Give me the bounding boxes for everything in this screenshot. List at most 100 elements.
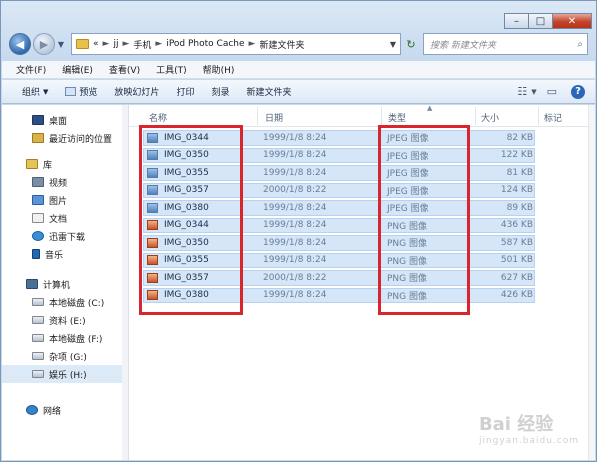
column-size[interactable]: 大小: [481, 111, 499, 124]
nav-item-drive-g[interactable]: 杂项 (G:): [2, 347, 128, 365]
nav-item-pictures[interactable]: 图片: [2, 191, 128, 209]
file-date: 1999/1/8 8:24: [263, 132, 327, 143]
menu-help[interactable]: 帮助(H): [203, 63, 235, 76]
address-overflow[interactable]: «: [93, 39, 99, 49]
breadcrumb-phone[interactable]: 手机: [133, 38, 151, 51]
navigation-row: ◀ ▶ ▼ « ► jj ► 手机 ► iPod Photo Cache ► 新…: [9, 31, 588, 57]
column-divider[interactable]: [538, 107, 539, 125]
organize-button[interactable]: 组织 ▼: [22, 85, 48, 99]
watermark-sub: jingyan.baidu.com: [478, 436, 579, 446]
nav-item-label: 计算机: [43, 280, 71, 291]
nav-item-label: 娱乐 (H:): [49, 370, 87, 381]
nav-item-drive-h[interactable]: 娱乐 (H:): [2, 365, 128, 383]
favorites-group: 桌面 最近访问的位置: [2, 111, 128, 147]
nav-item-label: 杂项 (G:): [49, 352, 87, 363]
preview-icon: [65, 87, 77, 96]
file-date: 1999/1/8 8:24: [263, 202, 327, 213]
new-folder-button[interactable]: 新建文件夹: [246, 85, 291, 98]
file-size: 501 KB: [500, 255, 533, 266]
nav-item-computer[interactable]: 计算机: [2, 275, 128, 293]
nav-item-libraries[interactable]: 库: [2, 155, 128, 173]
breadcrumb-separator[interactable]: ►: [155, 39, 162, 49]
nav-item-documents[interactable]: 文档: [2, 209, 128, 227]
nav-item-drive-e[interactable]: 资料 (E:): [2, 311, 128, 329]
maximize-button[interactable]: □: [528, 13, 552, 29]
file-size: 587 KB: [500, 237, 533, 248]
preview-button[interactable]: 预览: [65, 85, 97, 98]
minimize-button[interactable]: –: [504, 13, 528, 29]
breadcrumb-separator[interactable]: ►: [249, 39, 256, 49]
file-date: 1999/1/8 8:24: [263, 237, 327, 248]
column-headers: 名称 日期 类型 ▲ 大小 标记: [129, 104, 595, 127]
address-bar[interactable]: « ► jj ► 手机 ► iPod Photo Cache ► 新建文件夹 ▼: [71, 33, 401, 55]
nav-item-recent-places[interactable]: 最近访问的位置: [2, 129, 128, 147]
file-size: 82 KB: [506, 132, 533, 143]
file-list-scrollbar[interactable]: [588, 105, 595, 460]
documents-library-icon: [32, 213, 44, 223]
slideshow-button[interactable]: 放映幻灯片: [114, 85, 159, 98]
desktop-icon: [32, 115, 44, 125]
caption-buttons: – □ ✕: [504, 13, 592, 29]
chevron-down-icon[interactable]: ▼: [531, 88, 536, 96]
recent-places-icon: [32, 133, 44, 143]
drive-icon: [32, 298, 44, 306]
menu-tools[interactable]: 工具(T): [156, 63, 187, 76]
drive-icon: [32, 334, 44, 342]
nav-item-drive-f[interactable]: 本地磁盘 (F:): [2, 329, 128, 347]
search-placeholder: 搜索 新建文件夹: [430, 40, 496, 51]
search-icon[interactable]: ⌕: [577, 39, 583, 50]
nav-item-videos[interactable]: 视频: [2, 173, 128, 191]
file-date: 1999/1/8 8:24: [263, 290, 327, 301]
menu-view[interactable]: 查看(V): [109, 63, 140, 76]
nav-item-label: 网络: [43, 406, 62, 417]
nav-item-drive-c[interactable]: 本地磁盘 (C:): [2, 293, 128, 311]
help-icon[interactable]: ?: [571, 84, 585, 99]
video-library-icon: [32, 177, 44, 187]
computer-group: 计算机 本地磁盘 (C:) 资料 (E:) 本地磁盘 (F:) 杂项 (G:): [2, 275, 128, 383]
address-dropdown[interactable]: ▼: [386, 40, 400, 49]
column-divider[interactable]: [381, 107, 382, 125]
menu-edit[interactable]: 编辑(E): [62, 63, 93, 76]
computer-icon: [26, 279, 38, 289]
breadcrumb-ipod-photo-cache[interactable]: iPod Photo Cache: [166, 39, 244, 49]
nav-item-xunlei-downloads[interactable]: 迅雷下载: [2, 227, 128, 245]
column-divider[interactable]: [257, 107, 258, 125]
recent-pages-dropdown[interactable]: ▼: [55, 40, 67, 49]
nav-item-label: 本地磁盘 (F:): [49, 334, 103, 345]
nav-item-label: 迅雷下载: [49, 232, 86, 243]
file-size: 426 KB: [500, 290, 533, 301]
column-name[interactable]: 名称: [149, 111, 167, 124]
breadcrumb-separator[interactable]: ►: [122, 39, 129, 49]
preview-label: 预览: [79, 88, 98, 98]
back-button[interactable]: ◀: [9, 33, 31, 55]
forward-button[interactable]: ▶: [33, 33, 55, 55]
search-box[interactable]: 搜索 新建文件夹 ⌕: [423, 33, 588, 55]
column-divider[interactable]: [475, 107, 476, 125]
print-button[interactable]: 打印: [176, 85, 194, 98]
nav-item-label: 本地磁盘 (C:): [49, 298, 105, 309]
breadcrumb-separator[interactable]: ►: [103, 39, 110, 49]
close-button[interactable]: ✕: [552, 13, 592, 29]
command-bar: 组织 ▼ 预览 放映幻灯片 打印 刻录 新建文件夹 ☷ ▼ ▭ ?: [2, 80, 595, 104]
download-icon: [32, 231, 44, 241]
burn-button[interactable]: 刻录: [211, 85, 229, 98]
view-options-icon[interactable]: ☷: [517, 85, 527, 98]
file-date: 2000/1/8 8:22: [263, 272, 327, 283]
column-type[interactable]: 类型: [388, 111, 406, 124]
refresh-button[interactable]: ↻: [401, 33, 421, 55]
arrow-right-icon: ▶: [39, 37, 49, 51]
nav-item-label: 图片: [49, 196, 68, 207]
nav-item-network[interactable]: 网络: [2, 401, 128, 419]
nav-item-desktop[interactable]: 桌面: [2, 111, 128, 129]
nav-item-music[interactable]: 音乐: [2, 245, 128, 263]
column-date[interactable]: 日期: [265, 111, 283, 124]
menu-file[interactable]: 文件(F): [16, 63, 46, 76]
file-size: 627 KB: [500, 272, 533, 283]
navigation-scrollbar[interactable]: [122, 105, 128, 460]
column-tags[interactable]: 标记: [544, 111, 562, 124]
breadcrumb-new-folder[interactable]: 新建文件夹: [259, 38, 304, 51]
preview-pane-icon[interactable]: ▭: [547, 85, 557, 98]
breadcrumb-jj[interactable]: jj: [113, 39, 118, 49]
chevron-down-icon: ▼: [57, 39, 65, 49]
drive-icon: [32, 316, 44, 324]
